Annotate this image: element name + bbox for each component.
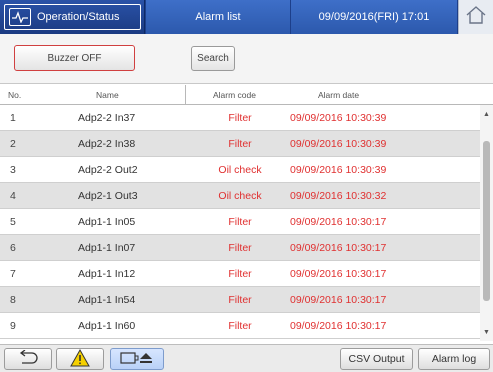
search-button[interactable]: Search [191, 46, 235, 71]
row-number: 6 [10, 242, 16, 254]
row-alarm-code: Filter [228, 320, 252, 332]
row-name: Adp1-1 In60 [78, 320, 136, 332]
operation-status-tab[interactable]: Operation/Status [0, 0, 145, 34]
alarm-list-title: Alarm list [146, 0, 290, 34]
row-number: 2 [10, 138, 16, 150]
column-divider [185, 85, 186, 105]
row-name: Adp1-1 In07 [78, 242, 136, 254]
alarm-table-body[interactable]: 1 Adp2-2 In37 Filter 09/09/2016 10:30:39… [0, 105, 493, 341]
row-name: Adp2-2 Out2 [78, 164, 138, 176]
row-alarm-code: Filter [228, 294, 252, 306]
row-number: 4 [10, 190, 16, 202]
header-bar: Operation/Status Alarm list 09/09/2016(F… [0, 0, 493, 34]
row-alarm-date: 09/09/2016 10:30:32 [290, 190, 387, 202]
operation-status-label: Operation/Status [37, 11, 120, 23]
display-toggle-button[interactable] [110, 348, 164, 370]
row-number: 5 [10, 216, 16, 228]
column-header-no: No. [8, 90, 22, 100]
row-alarm-date: 09/09/2016 10:30:39 [290, 164, 387, 176]
row-alarm-code: Filter [228, 112, 252, 124]
table-row[interactable]: 3 Adp2-2 Out2 Oil check 09/09/2016 10:30… [0, 157, 480, 183]
back-button[interactable] [4, 348, 52, 370]
row-number: 1 [10, 112, 16, 124]
row-name: Adp2-1 Out3 [78, 190, 138, 202]
back-arrow-icon [17, 348, 39, 369]
table-row[interactable]: 9 Adp1-1 In60 Filter 09/09/2016 10:30:17 [0, 313, 480, 339]
row-alarm-date: 09/09/2016 10:30:17 [290, 242, 387, 254]
row-name: Adp2-2 In37 [78, 112, 136, 124]
column-header-alarm-date: Alarm date [318, 90, 360, 100]
table-row[interactable]: 6 Adp1-1 In07 Filter 09/09/2016 10:30:17 [0, 235, 480, 261]
alarm-log-button[interactable]: Alarm log [418, 348, 490, 370]
row-alarm-code: Filter [228, 268, 252, 280]
row-alarm-date: 09/09/2016 10:30:17 [290, 216, 387, 228]
row-name: Adp1-1 In12 [78, 268, 136, 280]
row-alarm-code: Oil check [218, 190, 262, 202]
vertical-scrollbar[interactable]: ▲ ▼ [480, 105, 493, 341]
pulse-icon [9, 8, 31, 26]
table-row[interactable]: 5 Adp1-1 In05 Filter 09/09/2016 10:30:17 [0, 209, 480, 235]
csv-output-button[interactable]: CSV Output [340, 348, 413, 370]
column-header-alarm-code: Alarm code [213, 90, 256, 100]
display-eject-icon [120, 351, 154, 368]
operation-status-box: Operation/Status [4, 4, 141, 30]
row-alarm-code: Filter [228, 242, 252, 254]
row-alarm-code: Oil check [218, 164, 262, 176]
table-row[interactable]: 7 Adp1-1 In12 Filter 09/09/2016 10:30:17 [0, 261, 480, 287]
table-row[interactable]: 4 Adp2-1 Out3 Oil check 09/09/2016 10:30… [0, 183, 480, 209]
scroll-up-icon[interactable]: ▲ [483, 111, 490, 118]
warning-icon [70, 348, 90, 370]
table-row[interactable]: 1 Adp2-2 In37 Filter 09/09/2016 10:30:39 [0, 105, 480, 131]
row-alarm-code: Filter [228, 216, 252, 228]
footer-bar: CSV Output Alarm log [0, 344, 493, 372]
row-number: 3 [10, 164, 16, 176]
row-name: Adp1-1 In54 [78, 294, 136, 306]
row-alarm-date: 09/09/2016 10:30:39 [290, 112, 387, 124]
table-row[interactable]: 2 Adp2-2 In38 Filter 09/09/2016 10:30:39 [0, 131, 480, 157]
row-number: 8 [10, 294, 16, 306]
scrollbar-thumb[interactable] [483, 141, 490, 301]
scroll-down-icon[interactable]: ▼ [483, 329, 490, 336]
table-row[interactable]: 8 Adp1-1 In54 Filter 09/09/2016 10:30:17 [0, 287, 480, 313]
home-icon [465, 5, 487, 30]
table-header: No. Name Alarm code Alarm date [0, 85, 493, 105]
home-button[interactable] [458, 0, 493, 34]
row-alarm-date: 09/09/2016 10:30:17 [290, 294, 387, 306]
row-number: 9 [10, 320, 16, 332]
row-number: 7 [10, 268, 16, 280]
toolbar: Buzzer OFF Search [0, 34, 493, 84]
row-alarm-date: 09/09/2016 10:30:17 [290, 320, 387, 332]
row-name: Adp2-2 In38 [78, 138, 136, 150]
buzzer-off-button[interactable]: Buzzer OFF [14, 45, 135, 71]
row-alarm-date: 09/09/2016 10:30:17 [290, 268, 387, 280]
column-header-name: Name [96, 90, 119, 100]
row-alarm-code: Filter [228, 138, 252, 150]
current-datetime: 09/09/2016(FRI) 17:01 [291, 0, 457, 34]
row-name: Adp1-1 In05 [78, 216, 136, 228]
row-alarm-date: 09/09/2016 10:30:39 [290, 138, 387, 150]
warning-button[interactable] [56, 348, 104, 370]
